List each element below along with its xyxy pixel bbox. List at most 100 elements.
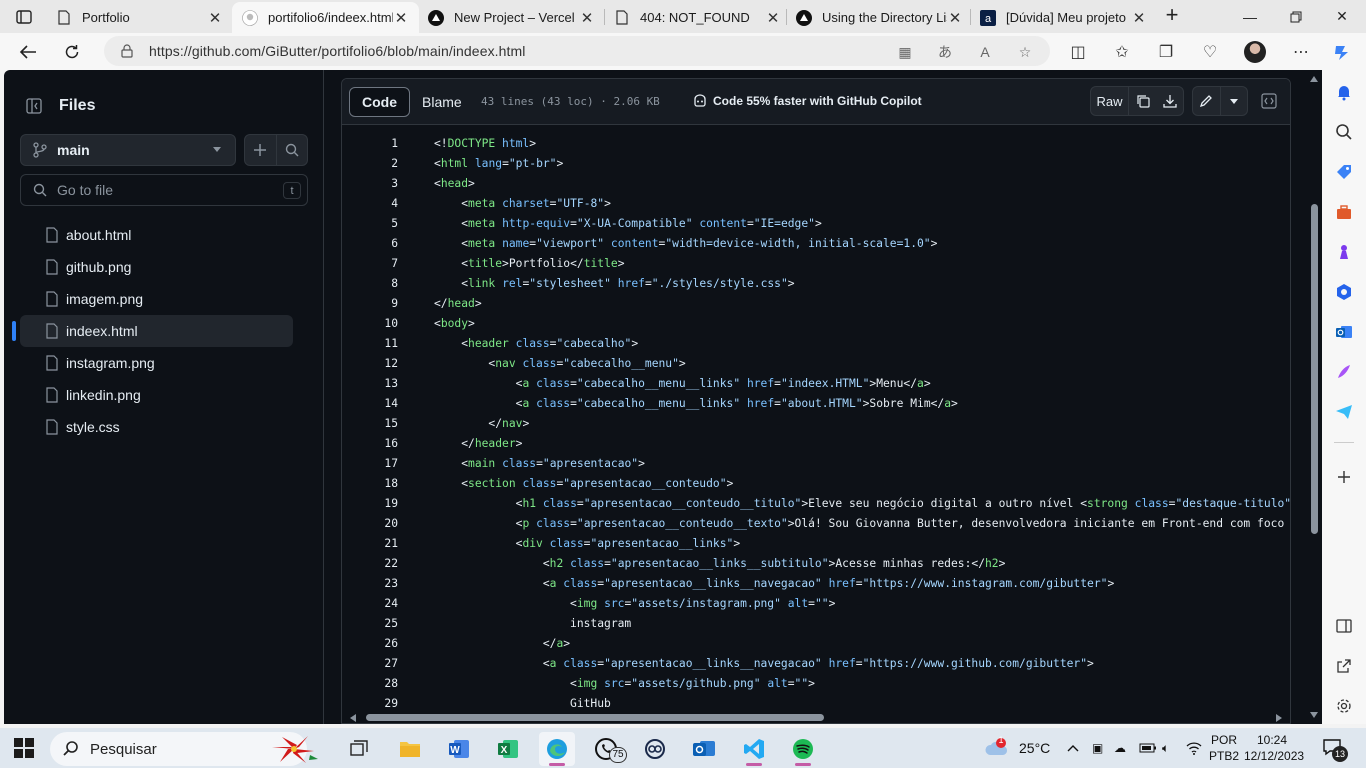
line-number[interactable]: 1: [342, 134, 398, 154]
clock[interactable]: 10:24 12/12/2023: [1244, 732, 1304, 764]
profile-avatar[interactable]: [1244, 41, 1266, 63]
code-line[interactable]: 23 <a class="apresentacao__links__navega…: [342, 574, 1290, 594]
line-number[interactable]: 24: [342, 594, 398, 614]
favorite-star-icon[interactable]: ☆: [1014, 41, 1036, 63]
code-line[interactable]: 4 <meta charset="UTF-8">: [342, 194, 1290, 214]
go-to-file-input[interactable]: Go to file t: [20, 174, 308, 206]
code-line[interactable]: 21 <div class="apresentacao__links">: [342, 534, 1290, 554]
browser-tab-404[interactable]: 404: NOT_FOUND ✕: [604, 2, 791, 33]
file-item-linkedin[interactable]: linkedin.png: [20, 379, 293, 411]
line-number[interactable]: 25: [342, 614, 398, 634]
code-line[interactable]: 20 <p class="apresentacao__conteudo__tex…: [342, 514, 1290, 534]
code-line[interactable]: 5 <meta http-equiv="X-UA-Compatible" con…: [342, 214, 1290, 234]
scroll-up-icon[interactable]: [1310, 76, 1318, 82]
close-icon[interactable]: ✕: [765, 9, 781, 27]
edit-options-button[interactable]: [1219, 87, 1248, 115]
bell-icon[interactable]: [1332, 80, 1356, 104]
refresh-button[interactable]: [58, 38, 86, 66]
branch-selector[interactable]: main: [20, 134, 236, 166]
shopping-tag-icon[interactable]: [1332, 160, 1356, 184]
edge-icon[interactable]: [539, 732, 575, 766]
designer-icon[interactable]: [1332, 360, 1356, 384]
search-files-button[interactable]: [275, 135, 308, 165]
close-icon[interactable]: ✕: [393, 9, 409, 27]
code-line[interactable]: 1 <!DOCTYPE html>: [342, 134, 1290, 154]
spotify-icon[interactable]: [785, 732, 821, 766]
whatsapp-icon[interactable]: 75: [588, 732, 627, 766]
horizontal-scrollbar[interactable]: [342, 710, 1290, 723]
line-number[interactable]: 4: [342, 194, 398, 214]
battery-icon[interactable]: [1139, 728, 1157, 768]
code-line[interactable]: 14 <a class="cabecalho__menu__links" hre…: [342, 394, 1290, 414]
onedrive-icon[interactable]: ☁: [1114, 728, 1126, 768]
vscode-icon[interactable]: [736, 732, 772, 766]
outlook-icon[interactable]: [1332, 320, 1356, 344]
scroll-left-icon[interactable]: [350, 714, 356, 722]
code-line[interactable]: 9 </head>: [342, 294, 1290, 314]
file-item-style[interactable]: style.css: [20, 411, 293, 443]
code-tab[interactable]: Code: [349, 87, 410, 117]
code-line[interactable]: 24 <img src="assets/instagram.png" alt="…: [342, 594, 1290, 614]
add-sidebar-app-icon[interactable]: [1332, 465, 1356, 489]
file-explorer-icon[interactable]: [392, 732, 428, 766]
performance-icon[interactable]: ♡: [1198, 40, 1222, 64]
code-line[interactable]: 25 instagram: [342, 614, 1290, 634]
back-button[interactable]: [14, 38, 42, 66]
line-number[interactable]: 6: [342, 234, 398, 254]
close-icon[interactable]: ✕: [579, 9, 595, 27]
line-number[interactable]: 26: [342, 634, 398, 654]
code-line[interactable]: 16 </header>: [342, 434, 1290, 454]
line-number[interactable]: 14: [342, 394, 398, 414]
code-line[interactable]: 17 <main class="apresentacao">: [342, 454, 1290, 474]
line-number[interactable]: 15: [342, 414, 398, 434]
games-icon[interactable]: [1332, 240, 1356, 264]
line-number[interactable]: 22: [342, 554, 398, 574]
download-button[interactable]: [1156, 87, 1183, 115]
code-line[interactable]: 29 GitHub: [342, 694, 1290, 709]
code-line[interactable]: 2 <html lang="pt-br">: [342, 154, 1290, 174]
favorites-icon[interactable]: ✩: [1110, 40, 1134, 64]
file-item-about[interactable]: about.html: [20, 219, 293, 251]
external-link-icon[interactable]: [1332, 654, 1356, 678]
code-line[interactable]: 19 <h1 class="apresentacao__conteudo__ti…: [342, 494, 1290, 514]
browser-tab-directory[interactable]: Using the Directory Lis ✕: [786, 2, 973, 33]
code-line[interactable]: 12 <nav class="cabecalho__menu">: [342, 354, 1290, 374]
notification-center[interactable]: 13: [1322, 728, 1348, 768]
start-button[interactable]: [14, 738, 34, 758]
volume-icon[interactable]: 🔈︎: [1162, 728, 1169, 768]
file-item-github[interactable]: github.png: [20, 251, 293, 283]
code-line[interactable]: 13 <a class="cabecalho__menu__links" hre…: [342, 374, 1290, 394]
split-window-icon[interactable]: [1332, 614, 1356, 638]
browser-tab-alura[interactable]: a [Dúvida] Meu projeto ✕: [970, 2, 1157, 33]
code-line[interactable]: 15 </nav>: [342, 414, 1290, 434]
scroll-thumb[interactable]: [366, 714, 824, 721]
code-line[interactable]: 6 <meta name="viewport" content="width=d…: [342, 234, 1290, 254]
line-number[interactable]: 3: [342, 174, 398, 194]
close-window-button[interactable]: ✕: [1319, 0, 1365, 33]
show-hidden-icons[interactable]: [1066, 728, 1080, 768]
outlook-new-icon[interactable]: [686, 732, 722, 766]
code-line[interactable]: 22 <h2 class="apresentacao__links__subti…: [342, 554, 1290, 574]
line-number[interactable]: 8: [342, 274, 398, 294]
close-icon[interactable]: ✕: [1131, 9, 1147, 27]
app-available-icon[interactable]: ▦: [894, 41, 916, 63]
vertical-scrollbar[interactable]: [1306, 70, 1322, 724]
copilot-promo[interactable]: Code 55% faster with GitHub Copilot: [692, 94, 922, 108]
add-file-button[interactable]: [245, 135, 276, 165]
new-tab-button[interactable]: +: [1160, 4, 1184, 28]
browser-tab-vercel[interactable]: New Project – Vercel ✕: [418, 2, 605, 33]
code-line[interactable]: 8 <link rel="stylesheet" href="./styles/…: [342, 274, 1290, 294]
tab-actions-button[interactable]: [8, 4, 40, 30]
code-line[interactable]: 3 <head>: [342, 174, 1290, 194]
taskbar-search[interactable]: Pesquisar: [50, 732, 318, 766]
code-line[interactable]: 7 <title>Portfolio</title>: [342, 254, 1290, 274]
search-icon[interactable]: [1332, 120, 1356, 144]
scroll-thumb[interactable]: [1311, 204, 1318, 534]
file-item-indeex[interactable]: indeex.html: [12, 315, 293, 347]
split-screen-icon[interactable]: ◫: [1066, 40, 1090, 64]
line-number[interactable]: 12: [342, 354, 398, 374]
line-number[interactable]: 28: [342, 674, 398, 694]
blame-tab[interactable]: Blame: [410, 87, 474, 117]
minimize-button[interactable]: —: [1227, 0, 1273, 33]
microsoft365-icon[interactable]: [1332, 280, 1356, 304]
